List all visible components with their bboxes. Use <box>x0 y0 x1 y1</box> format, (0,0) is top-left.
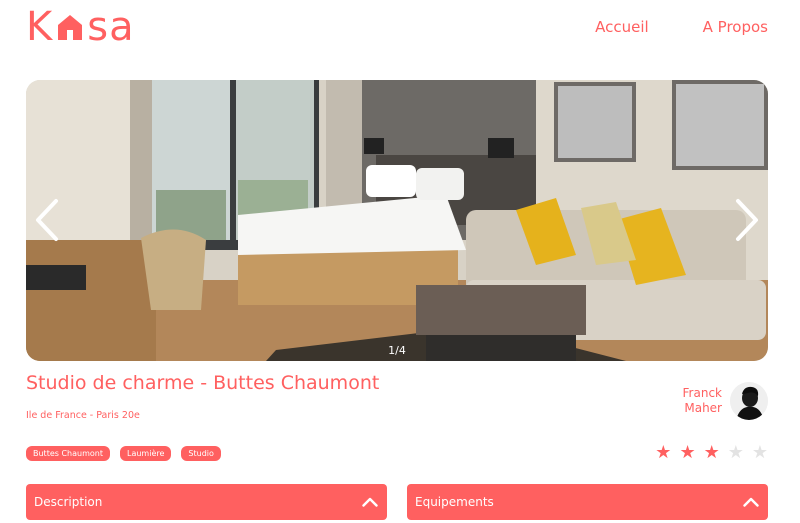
nav-link-a-propos[interactable]: A Propos <box>703 18 768 36</box>
chevron-right-icon[interactable] <box>732 198 762 242</box>
host-info: Franck Maher <box>683 382 768 420</box>
logo-letter-k: K <box>26 4 54 50</box>
host-last-name: Maher <box>684 401 722 415</box>
star-icon: ★ <box>751 442 768 463</box>
tag: Buttes Chaumont <box>26 446 110 461</box>
logo-letters-sa: sa <box>87 4 135 50</box>
tag: Laumière <box>120 446 172 461</box>
kasa-logo[interactable]: K sa <box>26 6 135 48</box>
main-nav: Accueil A Propos <box>595 18 768 36</box>
chevron-up-icon[interactable] <box>743 497 759 507</box>
star-icon: ★ <box>679 442 696 463</box>
chevron-left-icon[interactable] <box>32 198 62 242</box>
host-avatar <box>730 382 768 420</box>
host-first-name: Franck <box>682 386 722 400</box>
house-logo-icon <box>58 15 83 40</box>
listing-title: Studio de charme - Buttes Chaumont <box>26 372 380 394</box>
listing-location: Ile de France - Paris 20e <box>26 410 140 421</box>
description-collapse[interactable]: Description <box>26 484 387 520</box>
nav-link-accueil[interactable]: Accueil <box>595 18 649 36</box>
slide-counter: 1/4 <box>388 344 406 357</box>
host-name: Franck Maher <box>683 386 722 416</box>
star-icon: ★ <box>655 442 672 463</box>
chevron-up-icon[interactable] <box>362 497 378 507</box>
equipment-collapse[interactable]: Equipements <box>407 484 768 520</box>
description-label: Description <box>34 495 103 509</box>
person-icon <box>730 382 768 420</box>
star-icon: ★ <box>703 442 720 463</box>
star-icon: ★ <box>727 442 744 463</box>
tag-list: Buttes Chaumont Laumière Studio <box>26 446 221 461</box>
equipment-label: Equipements <box>415 495 494 509</box>
apartment-photo <box>26 80 768 361</box>
rating-stars: ★ ★ ★ ★ ★ <box>655 444 768 462</box>
tag: Studio <box>181 446 221 461</box>
image-carousel: 1/4 <box>26 80 768 361</box>
